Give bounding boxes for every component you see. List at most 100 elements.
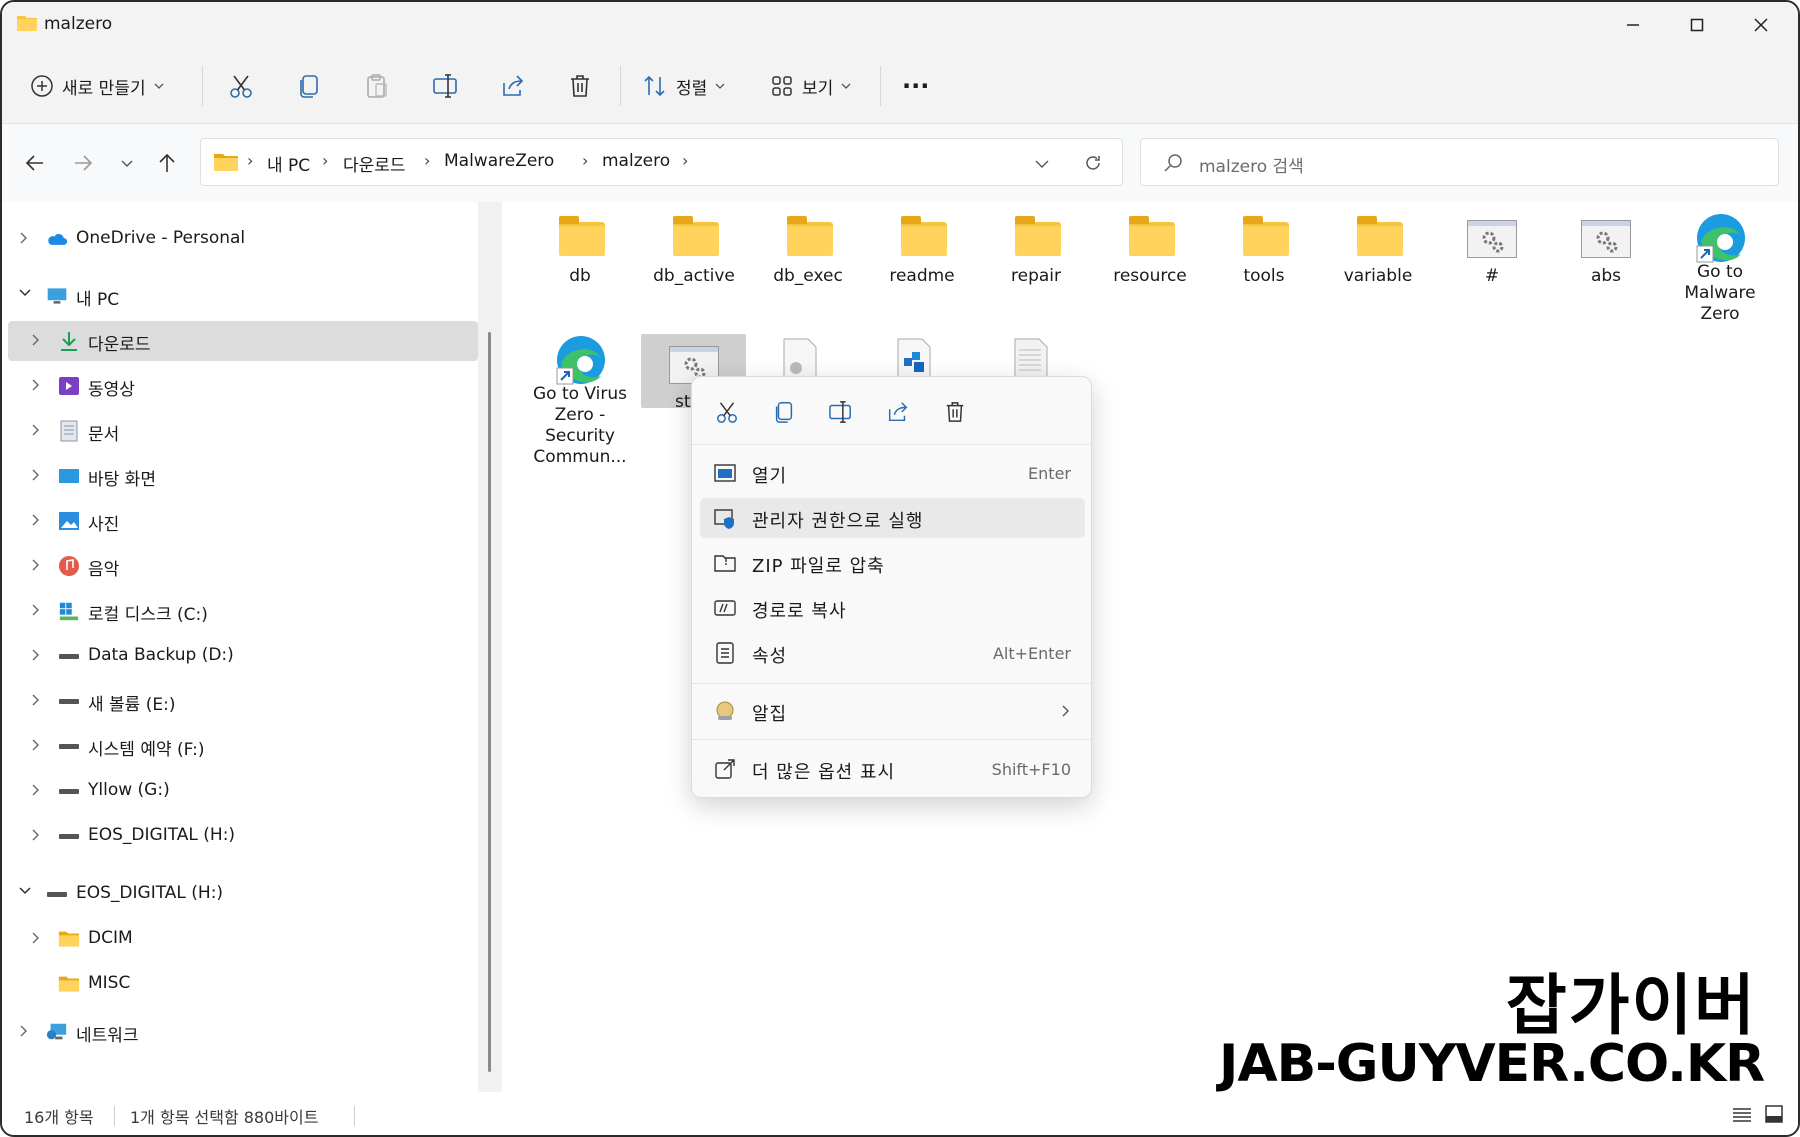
- chevron-right-icon[interactable]: [30, 378, 46, 394]
- breadcrumb-this-pc[interactable]: 내 PC: [267, 151, 310, 176]
- chevron-right-icon[interactable]: [30, 931, 46, 947]
- file-item-folder[interactable]: resource: [1094, 202, 1206, 287]
- close-button[interactable]: [1728, 2, 1794, 48]
- file-name: db_exec: [773, 266, 843, 286]
- sidebar-item-music[interactable]: 음악: [8, 546, 478, 586]
- sidebar-item-eos-digital[interactable]: EOS_DIGITAL (H:): [8, 874, 478, 914]
- file-name: resource: [1113, 266, 1187, 286]
- sidebar-item-drive-c[interactable]: 로컬 디스크 (C:): [8, 591, 478, 631]
- menu-item-open[interactable]: 열기 Enter: [700, 453, 1085, 493]
- details-view-icon[interactable]: [1732, 1106, 1752, 1124]
- breadcrumb-downloads[interactable]: 다운로드: [343, 151, 406, 176]
- back-button[interactable]: [18, 146, 52, 180]
- forward-button[interactable]: [66, 146, 100, 180]
- breadcrumb-malzero[interactable]: malzero: [602, 151, 670, 171]
- context-copy-button[interactable]: [769, 397, 799, 427]
- chevron-right-icon[interactable]: [30, 468, 46, 484]
- context-rename-button[interactable]: [826, 397, 856, 427]
- sidebar-item-label: 새 볼륨 (E:): [88, 695, 176, 715]
- cut-button[interactable]: [228, 66, 254, 106]
- delete-button[interactable]: [568, 66, 592, 106]
- chevron-right-icon[interactable]: [18, 231, 34, 247]
- sidebar-item-downloads[interactable]: 다운로드: [8, 321, 478, 361]
- minimize-button[interactable]: [1600, 2, 1666, 48]
- sidebar-item-videos[interactable]: 동영상: [8, 366, 478, 406]
- chevron-right-icon[interactable]: [30, 333, 46, 349]
- sidebar-item-pictures[interactable]: 사진: [8, 501, 478, 541]
- context-cut-button[interactable]: [712, 397, 742, 427]
- file-item-config[interactable]: abs: [1550, 202, 1662, 287]
- paste-icon: [367, 74, 387, 98]
- more-options-button[interactable]: ···: [902, 66, 929, 106]
- sidebar-item-documents[interactable]: 문서: [8, 411, 478, 451]
- chevron-right-icon[interactable]: [30, 738, 46, 754]
- sidebar-item-this-pc[interactable]: 내 PC: [8, 276, 478, 316]
- context-share-button[interactable]: [883, 397, 913, 427]
- menu-item-more-options[interactable]: 더 많은 옵션 표시 Shift+F10: [700, 749, 1085, 789]
- copy-button[interactable]: [296, 66, 322, 106]
- file-item-shortcut[interactable]: Go to Malware Zero: [1664, 202, 1776, 325]
- file-item-folder[interactable]: variable: [1322, 202, 1434, 287]
- menu-item-copy-path[interactable]: 경로로 복사: [700, 588, 1085, 628]
- recent-locations-button[interactable]: [110, 146, 144, 180]
- chevron-right-icon[interactable]: [30, 423, 46, 439]
- chevron-down-icon[interactable]: [1035, 159, 1049, 168]
- sidebar-item-misc[interactable]: MISC: [8, 964, 478, 1004]
- chevron-right-icon[interactable]: [30, 558, 46, 574]
- search-box[interactable]: malzero 검색: [1140, 138, 1779, 186]
- file-item-folder[interactable]: readme: [866, 202, 978, 287]
- sidebar-item-drive-d[interactable]: Data Backup (D:): [8, 636, 478, 676]
- context-delete-button[interactable]: [940, 397, 970, 427]
- chevron-right-icon[interactable]: [30, 828, 46, 844]
- sidebar-item-dcim[interactable]: DCIM: [8, 919, 478, 959]
- sidebar-item-network[interactable]: 네트워크: [8, 1012, 478, 1052]
- file-item-folder[interactable]: db_active: [638, 202, 750, 287]
- breadcrumb-malwarezero[interactable]: MalwareZero: [444, 151, 554, 171]
- settings-file-icon[interactable]: [782, 338, 818, 378]
- chevron-down-icon[interactable]: [18, 886, 34, 902]
- chevron-right-icon[interactable]: [30, 648, 46, 664]
- rename-button[interactable]: [432, 66, 460, 106]
- chevron-right-icon: [1062, 705, 1069, 717]
- maximize-button[interactable]: [1664, 2, 1730, 48]
- menu-item-run-as-admin[interactable]: 관리자 권한으로 실행: [700, 498, 1085, 538]
- chevron-right-icon[interactable]: [30, 693, 46, 709]
- sort-icon: [644, 75, 665, 97]
- chevron-right-icon[interactable]: [18, 1024, 34, 1040]
- file-item-folder[interactable]: db: [524, 202, 636, 287]
- sidebar-item-drive-e[interactable]: 새 볼륨 (E:): [8, 681, 478, 721]
- sort-button[interactable]: 정렬: [642, 66, 725, 106]
- chevron-right-icon[interactable]: [30, 513, 46, 529]
- sidebar-scrollbar[interactable]: [478, 202, 502, 1092]
- text-file-icon[interactable]: [1014, 338, 1048, 378]
- chevron-right-icon[interactable]: [30, 783, 46, 799]
- file-item-shortcut[interactable]: Go to Virus Zero - Security Commun...: [524, 324, 636, 468]
- sidebar-item-onedrive[interactable]: OneDrive - Personal: [8, 219, 478, 259]
- file-item-folder[interactable]: repair: [980, 202, 1092, 287]
- refresh-icon[interactable]: [1083, 153, 1103, 173]
- chevron-right-icon[interactable]: [30, 603, 46, 619]
- address-bar[interactable]: › 내 PC › 다운로드 › MalwareZero › malzero ›: [200, 138, 1123, 186]
- file-item-folder[interactable]: db_exec: [752, 202, 864, 287]
- new-button[interactable]: 새로 만들기: [30, 66, 164, 106]
- setup-file-icon[interactable]: [894, 338, 934, 378]
- sidebar-item-drive-f[interactable]: 시스템 예약 (F:): [8, 726, 478, 766]
- scrollbar-thumb[interactable]: [488, 332, 491, 1072]
- up-button[interactable]: [150, 146, 184, 180]
- sidebar-item-desktop[interactable]: 바탕 화면: [8, 456, 478, 496]
- menu-item-properties[interactable]: 속성 Alt+Enter: [700, 633, 1085, 673]
- sidebar-item-drive-g[interactable]: Yllow (G:): [8, 771, 478, 811]
- chevron-down-icon[interactable]: [18, 288, 34, 304]
- share-button[interactable]: [500, 66, 526, 106]
- onedrive-cloud-icon: [48, 234, 68, 245]
- view-button[interactable]: 보기: [770, 66, 851, 106]
- separator: [620, 66, 621, 106]
- menu-item-alzip[interactable]: 알집: [700, 691, 1085, 731]
- file-item-config[interactable]: #: [1436, 202, 1548, 287]
- paste-button[interactable]: [364, 66, 390, 106]
- breadcrumb-separator: ›: [682, 151, 689, 170]
- menu-item-zip[interactable]: ZIP 파일로 압축: [700, 543, 1085, 583]
- file-item-folder[interactable]: tools: [1208, 202, 1320, 287]
- tiles-view-icon[interactable]: [1764, 1104, 1784, 1124]
- sidebar-item-drive-h[interactable]: EOS_DIGITAL (H:): [8, 816, 478, 856]
